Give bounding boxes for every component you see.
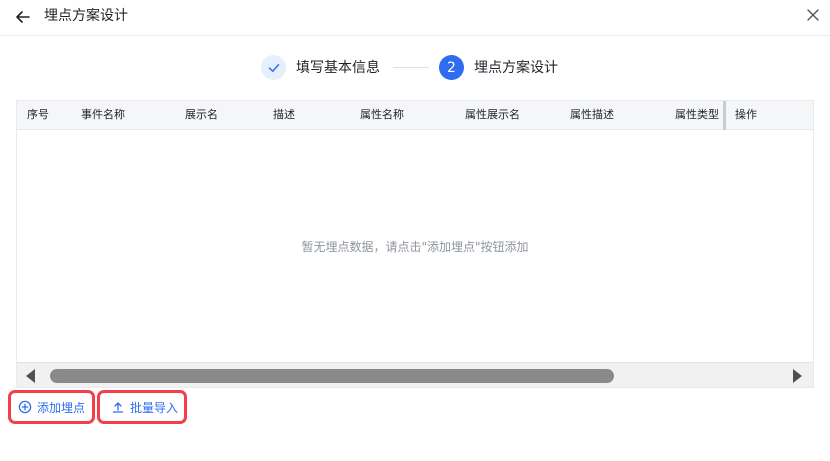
column-header-display-name: 展示名 — [185, 108, 218, 121]
check-icon — [268, 63, 279, 72]
column-header-property-name: 属性名称 — [360, 108, 404, 121]
plus-circle-icon — [18, 400, 32, 414]
horizontal-scrollbar[interactable] — [17, 362, 813, 387]
upload-icon — [112, 402, 124, 413]
back-button[interactable] — [12, 6, 34, 28]
step-connector — [393, 67, 429, 68]
empty-state-text: 暂无埋点数据，请点击"添加埋点"按钮添加 — [301, 240, 529, 254]
page-title: 埋点方案设计 — [44, 8, 128, 24]
triangle-right-icon — [793, 369, 802, 383]
column-header-index: 序号 — [27, 108, 49, 121]
step-2-indicator: 2 — [439, 55, 464, 80]
batch-import-label: 批量导入 — [130, 400, 179, 415]
arrow-left-icon — [16, 11, 30, 23]
close-icon — [807, 9, 819, 21]
column-header-actions: 操作 — [735, 108, 757, 121]
batch-import-button[interactable]: 批量导入 — [97, 390, 187, 424]
scrollbar-thumb[interactable] — [50, 369, 614, 383]
scroll-right-button[interactable] — [791, 368, 805, 384]
column-header-property-type: 属性类型 — [675, 108, 719, 121]
column-header-property-display-name: 属性展示名 — [465, 108, 520, 121]
triangle-left-icon — [26, 369, 35, 383]
scroll-left-button[interactable] — [23, 368, 37, 384]
add-tracking-point-button[interactable]: 添加埋点 — [8, 390, 95, 424]
fixed-column-divider — [723, 101, 726, 130]
step-1-indicator — [261, 55, 286, 80]
close-button[interactable] — [802, 4, 824, 26]
step-2-label: 埋点方案设计 — [474, 60, 558, 76]
column-header-property-description: 属性描述 — [570, 108, 614, 121]
add-tracking-point-label: 添加埋点 — [37, 400, 86, 415]
table-header: 序号 事件名称 展示名 描述 属性名称 属性展示名 属性描述 属性类型 操作 — [17, 101, 813, 130]
dialog-header: 埋点方案设计 — [0, 0, 830, 36]
column-header-event-name: 事件名称 — [81, 108, 125, 121]
step-1-label: 填写基本信息 — [296, 60, 380, 76]
tracking-table: 序号 事件名称 展示名 描述 属性名称 属性展示名 属性描述 属性类型 操作 暂… — [16, 100, 814, 388]
column-header-description: 描述 — [273, 108, 295, 121]
